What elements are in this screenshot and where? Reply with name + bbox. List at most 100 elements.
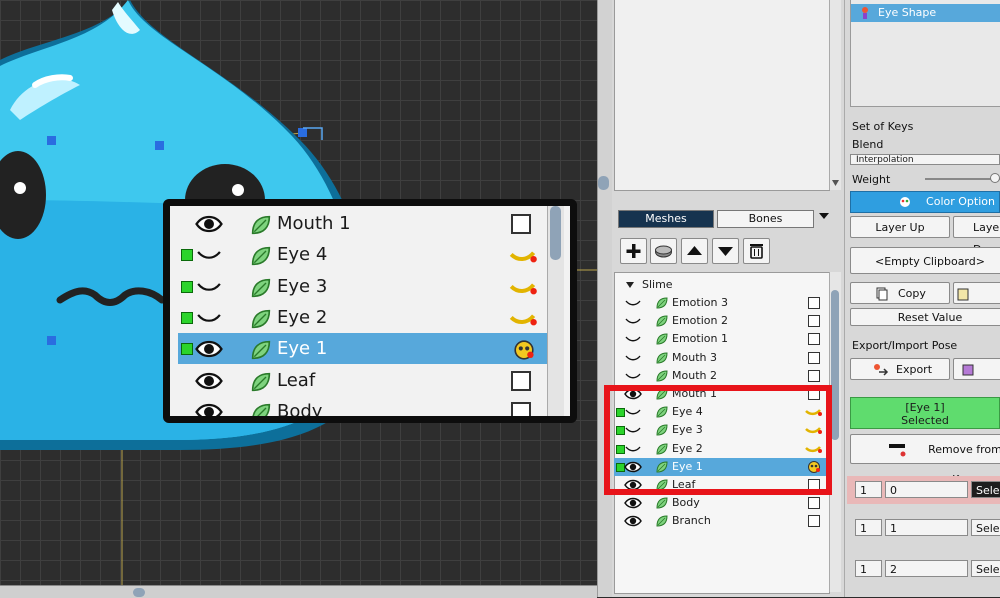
move-up-icon[interactable] [681,238,708,264]
key-row: 12Select [850,555,1000,583]
inset-row-label: Eye 4 [277,244,328,266]
eye-open-icon[interactable] [624,512,642,530]
weight-slider[interactable] [925,178,1000,180]
move-down-icon[interactable] [712,238,739,264]
eye-closed-icon[interactable] [624,367,642,385]
inset-scroll-thumb [550,206,561,260]
inset-row: Body [178,396,548,422]
leaf-icon [251,371,271,391]
tree-row[interactable]: Branch [614,512,828,530]
layer-checkbox[interactable] [808,315,820,328]
blend-label: Blend [852,138,884,151]
layer-checkbox[interactable] [808,333,820,346]
key-value-field[interactable]: 0 [885,481,968,498]
key-index-field[interactable]: 1 [855,519,882,536]
key-value-field[interactable]: 2 [885,560,968,577]
export-button[interactable]: Export [850,358,950,380]
select-key-button[interactable]: Select [971,481,1000,498]
select-key-button[interactable]: Select [971,519,1000,536]
layer-checkbox[interactable] [808,297,820,309]
tree-row[interactable]: Emotion 1 [614,330,828,348]
horizontal-scrollbar[interactable] [0,585,597,598]
leaf-icon [656,297,668,309]
layer-checkbox [511,401,531,416]
keyframe-curve-icon [508,277,540,297]
plus-icon[interactable] [620,238,647,264]
leaf-icon [656,315,668,327]
leaf-icon [656,497,668,509]
eye-closed-icon[interactable] [624,294,642,312]
reset-value-button[interactable]: Reset Value [850,308,1000,326]
weight-slider-handle[interactable] [990,173,1000,183]
tab-bones[interactable]: Bones [717,210,814,228]
triangle-down-icon[interactable] [818,210,830,224]
layer-checkbox[interactable] [808,351,820,364]
top-list-area [614,0,830,191]
eye-open-icon [192,335,226,363]
leaf-icon [656,333,668,345]
selected-name: [Eye 1] [905,401,945,414]
key-value-field[interactable]: 1 [885,519,968,536]
horizontal-scroll-thumb[interactable] [133,588,145,597]
paste-button[interactable] [953,282,1000,304]
weight-label: Weight [852,173,891,186]
panel-divider[interactable] [597,0,613,597]
eye-open-icon [192,367,226,395]
copy-icon [876,287,888,301]
layer-down-button[interactable]: Layer Down [953,216,1000,256]
layer-checkbox[interactable] [808,497,820,510]
tree-row-label: Emotion 2 [672,314,728,328]
key-index-field[interactable]: 1 [855,481,882,498]
hierarchy-scroll-thumb[interactable] [831,290,839,440]
key-index-field[interactable]: 1 [855,560,882,577]
eye-closed-icon[interactable] [624,349,642,367]
layer-checkbox[interactable] [808,515,820,528]
inset-row: Eye 2 [178,302,548,333]
import-icon [962,364,974,376]
key-row: 10Select [850,476,1000,504]
color-option-button[interactable]: Color Option On [850,191,1000,228]
copy-button[interactable]: Copy [850,282,950,304]
keyframe-curve-icon [508,308,540,328]
highlight-box [604,385,832,495]
select-key-button[interactable]: Select [971,560,1000,577]
tree-row[interactable]: Body [614,494,828,512]
remove-from-keys-button[interactable]: Remove from Keys [850,434,1000,486]
eye-closed-icon[interactable] [624,330,642,348]
expand-arrow-icon[interactable] [626,281,634,289]
layer-up-button[interactable]: Layer Up [850,216,950,238]
tree-row[interactable]: Mouth 3 [614,349,828,367]
tree-row[interactable]: Mouth 2 [614,367,828,385]
eye-closed-icon [192,304,226,332]
divider-scroll-thumb[interactable] [598,176,609,190]
import-button[interactable] [953,358,1000,380]
eye-closed-icon [192,241,226,269]
tab-meshes[interactable]: Meshes [618,210,714,228]
remove-key-icon [889,444,906,457]
clipboard-status: <Empty Clipboard> [850,247,1000,274]
list-item-eye-shape[interactable]: Eye Shape [851,4,1000,22]
mesh-icon[interactable] [650,238,677,264]
interpolation-dropdown[interactable]: Interpolation [850,154,1000,165]
leaf-icon [656,352,668,364]
tree-row[interactable]: Emotion 2 [614,312,828,330]
leaf-icon [656,370,668,382]
export-import-pose-label: Export/Import Pose [852,339,958,352]
inset-row-label: Leaf [277,369,316,391]
eye-closed-icon[interactable] [624,312,642,330]
paste-icon [957,288,969,301]
layer-checkbox [511,214,531,234]
eye-open-icon[interactable] [624,494,642,512]
inset-row: Eye 4 [178,239,548,270]
leaf-icon [251,214,271,235]
layer-checkbox[interactable] [808,369,820,382]
trash-icon[interactable] [743,238,770,264]
tree-row-label: Body [672,496,700,510]
tree-root-slime[interactable]: Slime [614,277,828,293]
eye-closed-icon [192,273,226,301]
inset-row-label: Body [277,400,323,422]
selected-indicator: [Eye 1] Selected [850,397,1000,429]
tree-row-label: Emotion 1 [672,332,728,346]
tree-row[interactable]: Emotion 3 [614,294,828,312]
top-list-scrollbar[interactable] [829,0,841,190]
